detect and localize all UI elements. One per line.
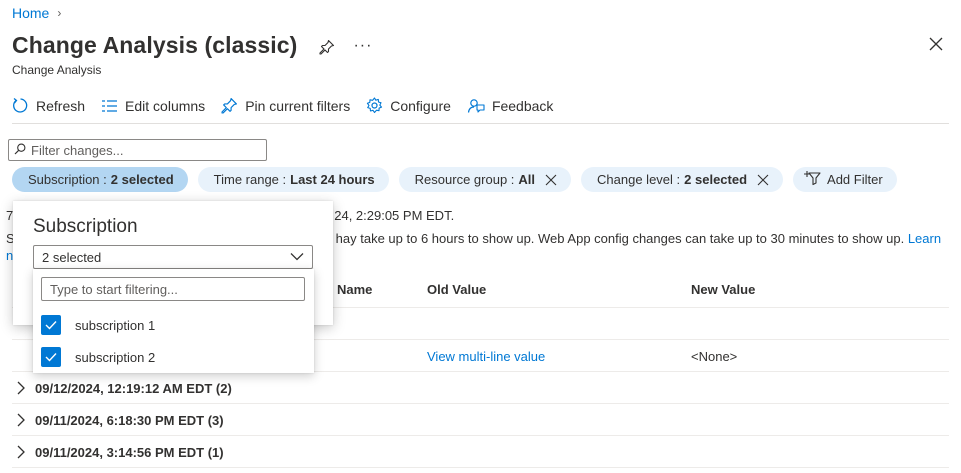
subscription-option-2[interactable]: subscription 2 <box>41 346 155 368</box>
subscription-pill-value: 2 selected <box>110 172 174 187</box>
columns-icon <box>101 99 118 113</box>
column-header-new-value[interactable]: New Value <box>691 282 755 297</box>
feedback-label: Feedback <box>491 97 554 114</box>
refresh-icon <box>12 97 29 114</box>
remove-filter-icon[interactable] <box>757 174 769 186</box>
group-row[interactable]: 09/12/2024, 12:19:12 AM EDT (2) <box>16 373 949 403</box>
new-value-cell: <None> <box>691 349 738 364</box>
chevron-right-icon <box>17 413 25 427</box>
chevron-right-icon <box>17 445 25 459</box>
subscription-select[interactable]: 2 selected <box>33 245 313 269</box>
command-bar: Refresh Edit columns Pin current filters… <box>12 94 949 124</box>
filter-changes-box[interactable] <box>8 139 267 161</box>
change-level-filter-pill[interactable]: Change level : 2 selected <box>581 167 784 192</box>
breadcrumb: Home › <box>12 5 61 21</box>
subscription-pill-label: Subscription : <box>28 172 107 187</box>
refresh-button[interactable]: Refresh <box>12 97 85 114</box>
group-row-label: 09/11/2024, 6:18:30 PM EDT (3) <box>35 412 224 428</box>
pin-filters-label: Pin current filters <box>245 97 351 114</box>
pin-filters-button[interactable]: Pin current filters <box>221 97 350 114</box>
column-header-name[interactable]: Name <box>337 282 372 297</box>
group-row-label: 09/11/2024, 3:14:56 PM EDT (1) <box>35 444 224 460</box>
time-range-pill-value: Last 24 hours <box>290 172 375 187</box>
filter-changes-input[interactable] <box>31 142 251 158</box>
resource-group-pill-value: All <box>518 172 536 187</box>
add-filter-icon <box>803 170 821 189</box>
info-line2: hay take up to 6 hours to show up. Web A… <box>335 231 905 246</box>
close-icon[interactable] <box>929 37 943 51</box>
pin-icon <box>221 97 238 114</box>
group-row[interactable]: 09/11/2024, 6:18:30 PM EDT (3) <box>16 405 949 435</box>
title-row: Change Analysis (classic) ··· <box>12 32 372 59</box>
subscription-option-1[interactable]: subscription 1 <box>41 314 155 336</box>
edit-columns-label: Edit columns <box>125 97 206 114</box>
subscription-dropdown-list: subscription 1 subscription 2 <box>33 269 314 373</box>
info-line1: 24, 2:29:05 PM EDT. <box>334 208 455 223</box>
divider <box>12 403 949 404</box>
time-range-pill-label: Time range : <box>213 172 287 187</box>
more-options-icon[interactable]: ··· <box>353 37 372 55</box>
checkbox-checked-icon[interactable] <box>41 315 61 335</box>
subscription-select-value: 2 selected <box>42 249 102 265</box>
subscription-option-label: subscription 2 <box>75 349 156 365</box>
time-range-filter-pill[interactable]: Time range : Last 24 hours <box>197 167 389 192</box>
subscription-filter-pill[interactable]: Subscription : 2 selected <box>12 167 188 192</box>
divider <box>12 467 949 468</box>
chevron-down-icon <box>290 252 304 261</box>
pin-icon[interactable] <box>319 39 335 55</box>
group-row[interactable]: 09/11/2024, 3:14:56 PM EDT (1) <box>16 437 949 467</box>
feedback-icon <box>467 97 485 114</box>
dropdown-search-box[interactable] <box>41 277 305 301</box>
resource-group-filter-pill[interactable]: Resource group : All <box>398 167 572 192</box>
remove-filter-icon[interactable] <box>545 174 557 186</box>
page-subtitle: Change Analysis <box>12 63 102 77</box>
group-row-label: 09/12/2024, 12:19:12 AM EDT (2) <box>35 380 232 396</box>
change-level-pill-label: Change level : <box>597 172 681 187</box>
refresh-label: Refresh <box>36 97 86 114</box>
divider <box>12 435 949 436</box>
subscription-option-label: subscription 1 <box>75 317 156 333</box>
edit-columns-button[interactable]: Edit columns <box>101 98 205 114</box>
add-filter-label: Add Filter <box>827 172 883 187</box>
learn-more-link[interactable]: Learn <box>908 231 941 246</box>
breadcrumb-home-link[interactable]: Home <box>12 5 49 21</box>
column-header-old-value[interactable]: Old Value <box>427 282 486 297</box>
configure-label: Configure <box>390 97 451 114</box>
gear-icon <box>366 97 383 114</box>
search-icon <box>14 143 26 158</box>
change-level-pill-value: 2 selected <box>684 172 748 187</box>
add-filter-button[interactable]: Add Filter <box>793 167 897 192</box>
page-title: Change Analysis (classic) <box>12 32 298 58</box>
resource-group-pill-label: Resource group : <box>414 172 515 187</box>
chevron-right-icon: › <box>57 6 62 20</box>
dropdown-search-input[interactable] <box>50 281 295 297</box>
configure-button[interactable]: Configure <box>366 97 451 114</box>
checkbox-checked-icon[interactable] <box>41 347 61 367</box>
chevron-right-icon <box>17 381 25 395</box>
popup-title: Subscription <box>33 216 138 237</box>
view-multi-line-value-link[interactable]: View multi-line value <box>427 349 545 364</box>
filter-pills: Subscription : 2 selected Time range : L… <box>12 167 897 192</box>
feedback-button[interactable]: Feedback <box>467 97 553 114</box>
